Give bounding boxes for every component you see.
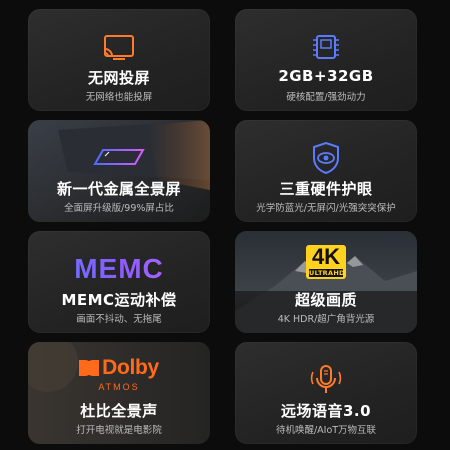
- card-subtitle: 无网络也能投屏: [85, 92, 153, 103]
- card-title: MEMC运动补偿: [61, 291, 177, 309]
- shield-eye-icon: [306, 138, 346, 178]
- card-title: 三重硬件护眼: [279, 180, 373, 198]
- card-subtitle: 全面屏升级版/99%屏占比: [64, 203, 174, 214]
- 4k-ultrahd-badge: 4K ULTRAHD: [306, 245, 346, 279]
- memc-logo: MEMC: [28, 253, 210, 285]
- feature-card-picture-quality: 4K ULTRAHD 超级画质 4K HDR/超广角背光源: [235, 231, 417, 333]
- feature-card-dolby: Dolby ATMOS 杜比全景声 打开电视就是电影院: [28, 342, 210, 444]
- card-title: 远场语音3.0: [280, 402, 372, 420]
- card-title: 杜比全景声: [80, 402, 158, 420]
- dolby-wordmark: Dolby: [102, 356, 159, 379]
- feature-card-memc: MEMC MEMC运动补偿 画面不抖动、无拖尾: [28, 231, 210, 333]
- card-subtitle: 打开电视就是电影院: [76, 425, 162, 436]
- card-subtitle: 光学防蓝光/无屏闪/光强突突保护: [256, 203, 396, 214]
- screen-cast-icon: [99, 27, 139, 67]
- card-subtitle: 待机唤醒/AIoT万物互联: [275, 425, 377, 436]
- card-title: 超级画质: [294, 291, 357, 309]
- badge-ultrahd-text: ULTRAHD: [309, 269, 345, 277]
- panel-screen-icon: [91, 138, 147, 178]
- dolby-atmos-logo: Dolby ATMOS: [28, 356, 210, 392]
- microphone-icon: [306, 360, 346, 400]
- feature-card-metal-screen: 新一代金属全景屏 全面屏升级版/99%屏占比: [28, 120, 210, 222]
- feature-card-far-field-voice: 远场语音3.0 待机唤醒/AIoT万物互联: [235, 342, 417, 444]
- chip-icon: [306, 27, 346, 67]
- card-title: 2GB+32GB: [278, 67, 374, 85]
- feature-card-offline-cast: 无网投屏 无网络也能投屏: [28, 9, 210, 111]
- card-subtitle: 硬核配置/强劲动力: [286, 92, 366, 103]
- feature-card-eye-care: 三重硬件护眼 光学防蓝光/无屏闪/光强突突保护: [235, 120, 417, 222]
- feature-card-storage: 2GB+32GB 硬核配置/强劲动力: [235, 9, 417, 111]
- badge-4k-text: 4K: [311, 244, 341, 269]
- card-subtitle: 画面不抖动、无拖尾: [76, 314, 162, 325]
- atmos-wordmark: ATMOS: [98, 382, 140, 392]
- card-subtitle: 4K HDR/超广角背光源: [277, 314, 375, 325]
- dolby-double-d-icon: [79, 360, 100, 376]
- card-title: 新一代金属全景屏: [56, 180, 181, 198]
- card-title: 无网投屏: [87, 69, 150, 87]
